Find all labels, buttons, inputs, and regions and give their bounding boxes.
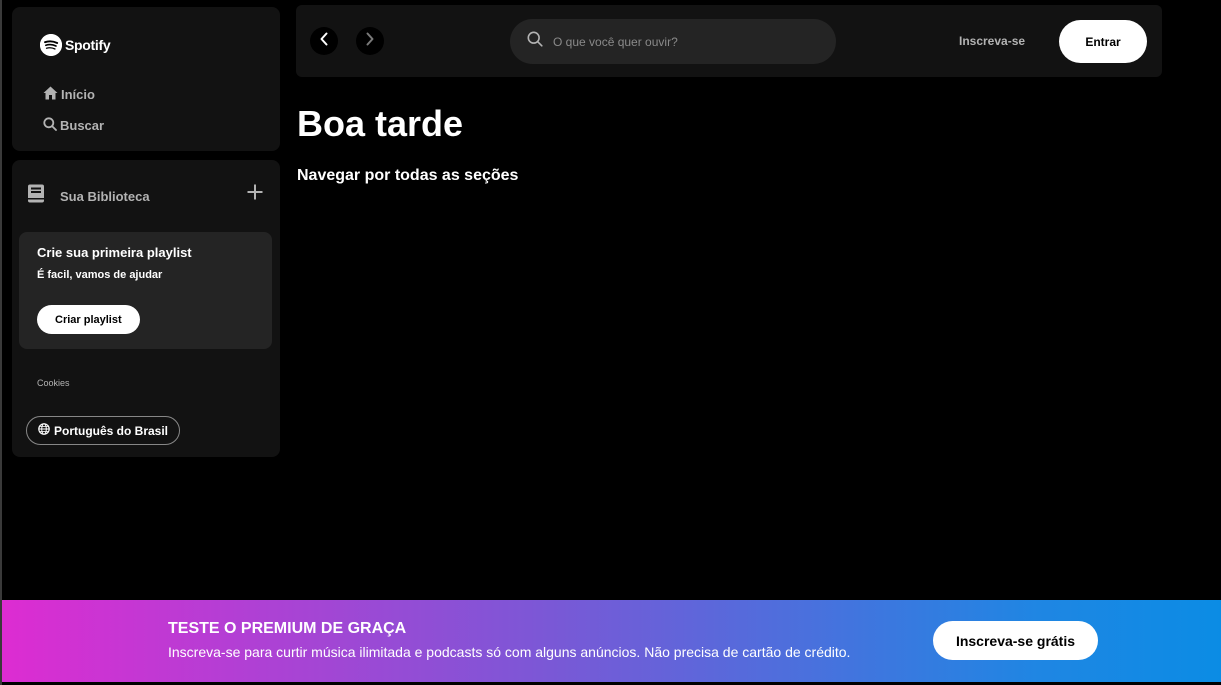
spotify-logo-icon [40,34,62,56]
spotify-logo[interactable]: Spotify [40,34,111,56]
sidebar-item-search-label: Buscar [60,118,105,133]
library-header-button[interactable]: Sua Biblioteca [27,184,150,208]
library-icon [27,184,46,208]
card-subtitle: É facil, vamos de ajudar [37,269,163,281]
banner-title: TESTE O PREMIUM DE GRAÇA [168,620,407,637]
banner-text: Inscreva-se para curtir música ilimitada… [168,644,851,660]
sidebar-item-search[interactable]: Buscar [43,117,104,134]
forward-button[interactable] [356,27,384,55]
card-title: Crie sua primeira playlist [37,245,192,260]
search-icon [43,117,57,134]
search-icon [527,31,543,52]
premium-banner[interactable]: TESTE O PREMIUM DE GRAÇA Inscreva-se par… [2,600,1221,682]
create-playlist-card: Crie sua primeira playlist É facil, vamo… [19,232,272,349]
signup-link[interactable]: Inscreva-se [959,34,1025,48]
back-button[interactable] [310,27,338,55]
language-button[interactable]: Português do Brasil [26,416,181,445]
create-playlist-button[interactable]: Criar playlist [37,305,140,334]
login-button[interactable]: Entrar [1059,20,1147,63]
top-bar: Inscreva-se Entrar [296,5,1162,77]
chevron-right-icon [364,32,376,51]
sidebar-nav-panel: Spotify Início Buscar [12,7,280,151]
search-input[interactable] [553,34,813,49]
sidebar-item-home[interactable]: Início [43,86,95,103]
library-panel: Sua Biblioteca Crie sua primeira playlis… [12,160,280,457]
window-edge [0,0,2,685]
signup-free-button[interactable]: Inscreva-se grátis [933,621,1098,660]
globe-icon [38,423,50,438]
sidebar-item-home-label: Início [61,87,95,102]
library-title: Sua Biblioteca [60,188,150,204]
language-label: Português do Brasil [54,423,169,438]
cookies-link[interactable]: Cookies [37,378,70,388]
browse-sections-heading[interactable]: Navegar por todas as seções [297,167,518,185]
chevron-left-icon [318,32,330,51]
home-icon [43,86,58,103]
page-title: Boa tarde [297,103,464,144]
spotify-logo-text: Spotify [65,37,111,53]
search-bar[interactable] [510,19,836,64]
plus-icon[interactable] [246,183,264,206]
